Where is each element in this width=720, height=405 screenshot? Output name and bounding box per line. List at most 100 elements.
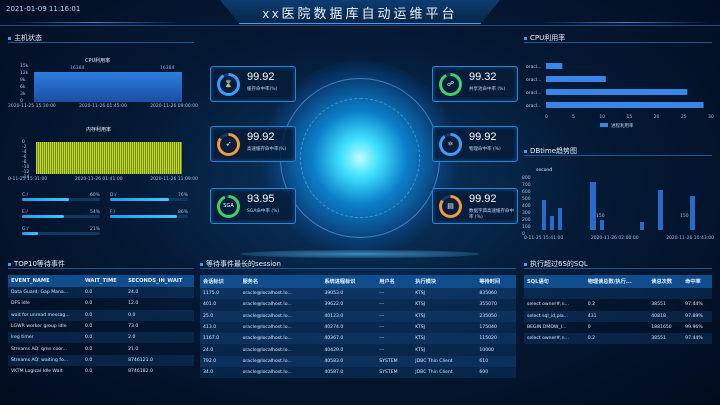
table-cell: 0.0 xyxy=(84,357,93,363)
table-row[interactable]: select owner#,n... 0.2 38551 97.44% xyxy=(524,333,712,345)
column-header[interactable]: 执行模块 xyxy=(412,275,476,288)
table-row[interactable]: Streams AQ: qmn coor... 0.0 21.0 xyxy=(8,343,194,354)
globe-base-glow xyxy=(240,250,480,258)
column-header[interactable]: 会话标识 xyxy=(200,275,240,288)
dbtime-bar xyxy=(542,200,546,230)
y-tick: 700 xyxy=(522,183,531,188)
column-header[interactable]: 系统进程标识 xyxy=(321,275,376,288)
disk-item: G:/ 21% xyxy=(22,227,100,235)
cpu-usage-bar[interactable] xyxy=(546,76,606,82)
cpu-usage-bar[interactable] xyxy=(546,89,688,95)
column-header[interactable]: 用户名 xyxy=(376,275,412,288)
atom-icon: ⚛ xyxy=(442,136,459,153)
table-row[interactable]: VKTM Logical Idle Wait 0.0 8746182.0 xyxy=(8,366,194,377)
table-row[interactable]: 792.0 oracle@localhost.lo... 40583.0 SYSTEM… xyxy=(200,355,516,368)
column-header[interactable]: 等待时间 xyxy=(476,275,516,288)
kpi-card[interactable]: ▤ 99.92 数据字典高速缓存命中率 (%) xyxy=(432,188,518,224)
disk-bar-fill xyxy=(22,198,69,201)
cpu-usage-chart: oracl... oracl... oracl... oracl... 0 5 10 15 20… xyxy=(526,63,714,129)
table-row[interactable]: LGWR worker group idle 0.0 73.0 xyxy=(8,321,194,332)
table-row[interactable]: DFS idle 0.0 12.0 xyxy=(8,298,194,309)
column-header[interactable]: SQL语句 xyxy=(524,275,585,288)
title-mark-icon xyxy=(524,262,527,266)
cpu-usage-bar[interactable] xyxy=(546,63,563,69)
table-row[interactable]: 1167.0 oracle@localhost.lo... 40367.0 --- KT… xyxy=(200,333,516,345)
x-tick: 0-11-25 15:31:00 xyxy=(8,177,48,182)
category-label: oracl... xyxy=(526,77,541,83)
dbtime-bar xyxy=(600,220,604,230)
y-tick: 200 xyxy=(522,218,531,223)
cpu-chart-xaxis: 2020-11-25 15:30:00 2020-11-26 01:45:00 … xyxy=(8,104,198,109)
table-cell: 0.0 xyxy=(84,335,93,341)
table-cell: 355070 xyxy=(479,302,497,308)
top10-table: EVENT_NAME WAIT_TIME SECONDS_IN_WAIT Dat… xyxy=(8,275,194,377)
kpi-card[interactable]: ☍ 99.32 共享池命中率 (%) xyxy=(432,66,518,102)
cpu-usage-bar[interactable] xyxy=(546,102,704,108)
column-header[interactable]: EVENT_NAME xyxy=(8,275,82,287)
disk-bar-fill xyxy=(110,198,170,201)
table-cell: lreg timer xyxy=(11,335,34,341)
column-header[interactable]: SECONDS_IN_WAIT xyxy=(125,275,194,287)
divider xyxy=(524,268,712,269)
table-row[interactable]: 401.0 oracle@localhost.lo... 39622.0 --- KTS… xyxy=(200,299,516,310)
header-deco-line xyxy=(540,22,710,23)
table-row[interactable]: wait for unread messag... 0.0 0.0 xyxy=(8,309,194,321)
kpi-label: 共享池命中率 (%) xyxy=(469,87,506,92)
table-row[interactable]: BEGIN DMDW_I... 0 1881650 99.96% xyxy=(524,322,712,333)
y-tick: 3k xyxy=(20,92,26,97)
disk-item: E:/ 54% xyxy=(22,210,100,218)
table-row[interactable]: select sql_id,pla... 431 40818 97.89% xyxy=(524,310,712,322)
x-tick: 2020-11-26 11:09:00 xyxy=(150,177,198,182)
table-cell: --- xyxy=(379,325,385,331)
kpi-card[interactable]: ➶ 99.92 高速缓存命中率(%) xyxy=(210,126,296,162)
disk-bar xyxy=(110,198,188,201)
column-header[interactable]: 物理读总数/执行... xyxy=(585,275,649,288)
table-cell: 610 xyxy=(479,358,489,364)
table-cell: 97.89% xyxy=(685,313,703,319)
table-cell: 40818 xyxy=(651,313,666,319)
table-cell: 97.44% xyxy=(685,336,703,342)
rocket-icon: ➶ xyxy=(220,136,237,153)
table-cell: 24.0 xyxy=(203,347,214,353)
kpi-card[interactable]: ⚛ 99.92 物理命中率 (%) xyxy=(432,126,518,162)
disk-bar-fill xyxy=(22,215,65,218)
title-mark-icon xyxy=(524,149,527,153)
y-tick: 300 xyxy=(522,211,531,216)
table-row[interactable] xyxy=(524,288,712,300)
category-label: oracl... xyxy=(526,103,541,109)
table-row[interactable]: 25.0 oracle@localhost.lo... 40123.0 --- KTSJ… xyxy=(200,310,516,322)
table-row[interactable]: Data Guard: Gap Mana... 0.0 24.0 xyxy=(8,287,194,299)
legend-label: 进程利用率 xyxy=(611,122,634,129)
y-tick: 800 xyxy=(522,176,531,181)
disk-item: C:/ 60% xyxy=(22,193,100,201)
table-cell: Data Guard: Gap Mana... xyxy=(11,290,69,296)
table-row[interactable]: lreg timer 0.0 2.0 xyxy=(8,332,194,344)
table-cell: oracle@localhost.lo... xyxy=(242,313,292,319)
cpu-peak-label: 16384 xyxy=(160,66,175,71)
column-header[interactable]: 命中率 xyxy=(682,275,712,288)
table-cell: 38551 xyxy=(651,302,666,308)
table-row[interactable]: 34.0 oracle@localhost.lo... 40587.0 SYSTEM J… xyxy=(200,367,516,378)
table-cell: SYSTEM xyxy=(379,370,398,376)
table-cell: 0.2 xyxy=(587,302,596,308)
kpi-card[interactable]: SGA 93.95 SGA命中率 (%) xyxy=(210,188,296,224)
table-row[interactable]: select owner#,n... 0.2 38551 97.44% xyxy=(524,299,712,310)
column-header[interactable]: 读总次数 xyxy=(648,275,682,288)
kpi-card[interactable]: ⌛ 99.92 缓存命中率(%) xyxy=(210,66,296,102)
kpi-value: 99.92 xyxy=(469,131,497,143)
dbtime-bar xyxy=(658,190,663,230)
table-row[interactable]: 413.0 oracle@localhost.lo... 40274.0 --- KTS… xyxy=(200,322,516,333)
x-tick: 10 xyxy=(599,114,605,120)
table-cell: 413.0 xyxy=(203,325,217,331)
table-cell: 1881650 xyxy=(651,325,672,331)
y-tick: 9k xyxy=(20,78,26,83)
table-row[interactable]: 24.0 oracle@localhost.lo... 40429.0 --- KTSJ… xyxy=(200,344,516,355)
table-row[interactable]: Streams AQ: waiting fo... 0.0 8746121.0 xyxy=(8,354,194,367)
table-row[interactable]: 1175.0 oracle@localhost.lo... 39053.0 --- KT… xyxy=(200,288,516,300)
table-cell: KTSJ xyxy=(415,325,426,331)
column-header[interactable]: 服务名 xyxy=(240,275,322,288)
column-header[interactable]: WAIT_TIME xyxy=(82,275,125,287)
table-cell: 792.0 xyxy=(203,358,217,364)
mem-chart-xaxis: 0-11-25 15:31:00 2020-11-26 01:41:00 202… xyxy=(8,177,198,182)
y-tick: 6k xyxy=(20,85,26,90)
